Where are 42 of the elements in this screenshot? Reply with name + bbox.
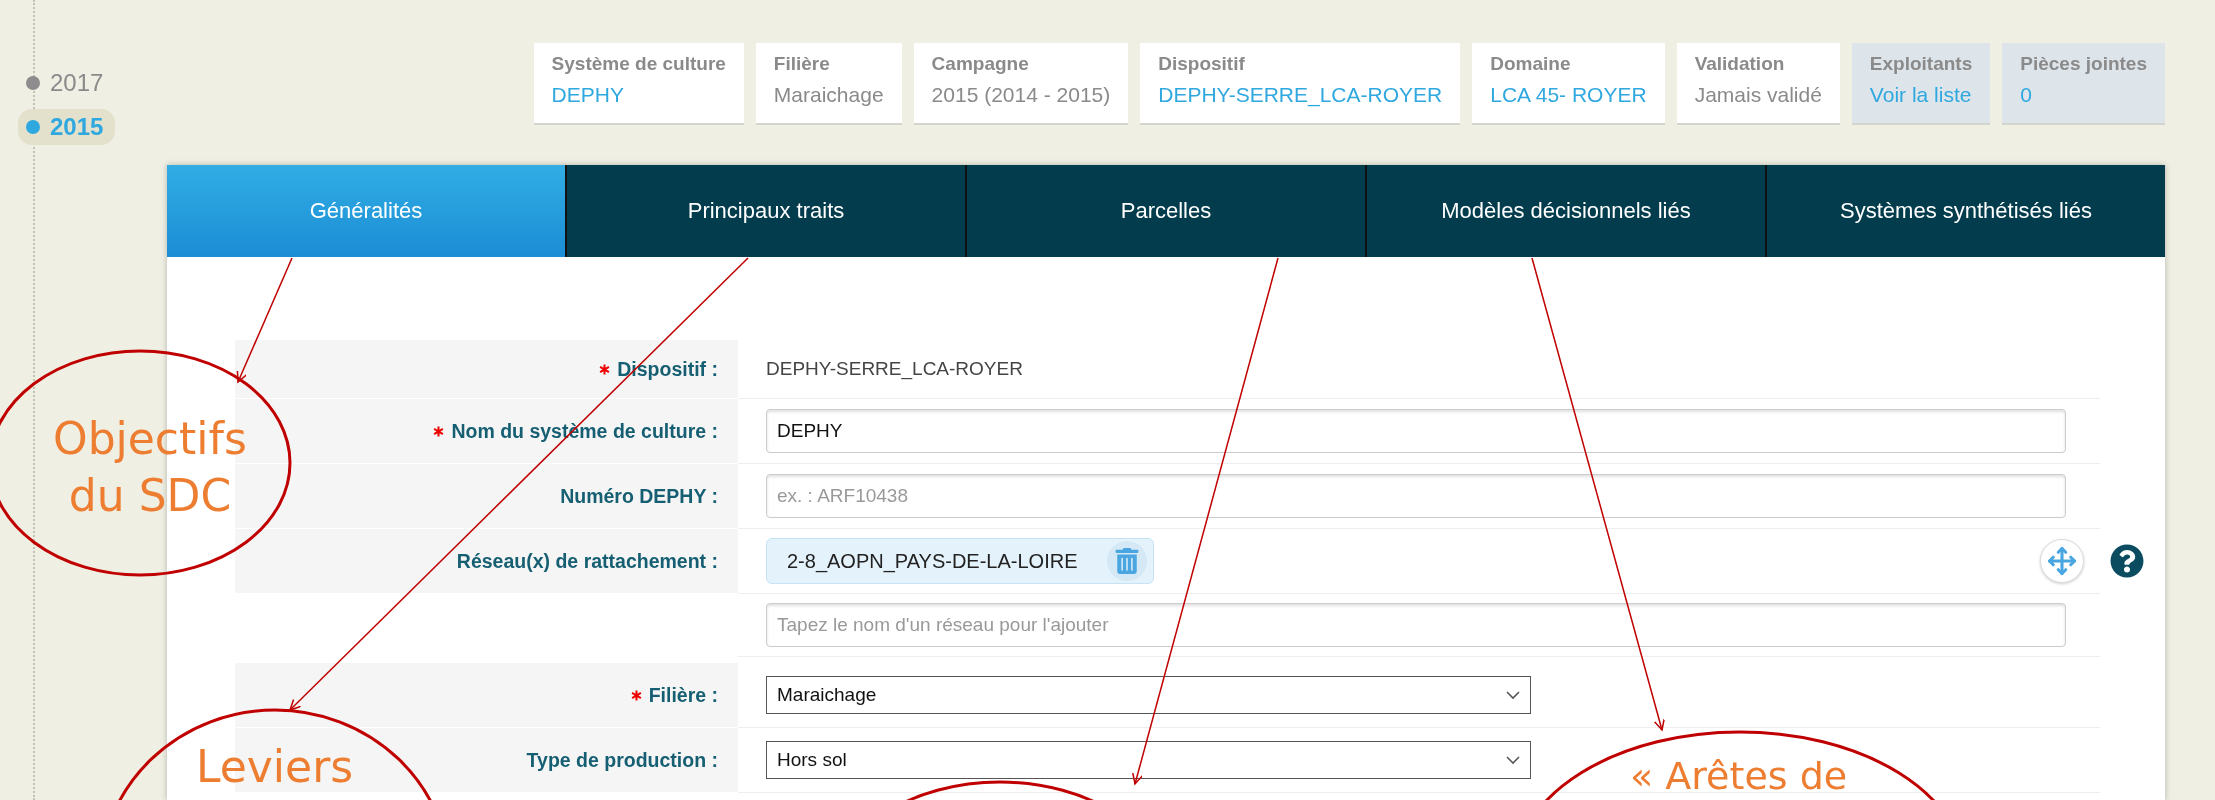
annotation-text: Leviers <box>196 740 354 794</box>
card-label: Domaine <box>1490 53 1572 75</box>
timeline-year[interactable]: 2015 <box>18 109 116 145</box>
card-label: Système de culture <box>551 53 726 75</box>
select-field[interactable]: Maraichage <box>766 676 1531 714</box>
select-field[interactable]: Hors sol <box>766 741 1531 779</box>
card-link[interactable]: Voir la liste <box>1869 83 1973 107</box>
input-field[interactable]: Tapez le nom d'un réseau pour l'ajouter <box>766 603 2066 647</box>
network-tag: 2-8_AOPN_PAYS-DE-LA-LOIRE <box>766 538 1155 584</box>
card-link[interactable]: DEPHY <box>551 83 726 107</box>
field-label: Réseau(x) de rattachement : <box>456 549 718 573</box>
chevron-down-icon <box>1506 755 1520 765</box>
field-label: Type de production : <box>526 748 718 772</box>
tab[interactable]: Parcelles <box>967 165 1367 257</box>
card-link[interactable]: LCA 45- ROYER <box>1490 83 1647 107</box>
card-link[interactable]: 0 <box>2020 83 2147 107</box>
trash-icon[interactable] <box>1107 541 1148 581</box>
annotation-text: « Arêtes de <box>1630 756 1848 798</box>
input-field[interactable]: DEPHY <box>766 409 2066 453</box>
chevron-down-icon <box>1506 690 1520 700</box>
card-label: Exploitants <box>1869 53 1973 75</box>
tab[interactable]: Modèles décisionnels liés <box>1367 165 1767 257</box>
tab[interactable]: Principaux traits <box>567 165 967 257</box>
move-icon[interactable] <box>2040 539 2084 583</box>
tab[interactable]: Généralités <box>167 165 567 257</box>
field-label: Filière : <box>648 683 718 707</box>
annotation-text: Objectifs du SDC <box>52 412 248 524</box>
input-field[interactable]: ex. : ARF10438 <box>766 474 2066 518</box>
card-label: Campagne <box>931 53 1030 75</box>
card-label: Dispositif <box>1158 53 1246 75</box>
card-value: Jamais validé <box>1694 83 1822 107</box>
help-icon[interactable] <box>2110 544 2144 578</box>
tab[interactable]: Systèmes synthétisés liés <box>1767 165 2165 257</box>
field-value: DEPHY-SERRE_LCA-ROYER <box>766 358 1023 380</box>
field-label: Numéro DEPHY : <box>560 484 718 508</box>
card-value: Maraichage <box>773 83 884 107</box>
card-value: 2015 (2014 - 2015) <box>931 83 1111 107</box>
card-label: Filière <box>773 53 831 75</box>
card-label: Validation <box>1694 53 1786 75</box>
timeline-year[interactable]: 2017 <box>18 65 116 101</box>
card-label: Pièces jointes <box>2020 53 2147 75</box>
card-link[interactable]: DEPHY-SERRE_LCA-ROYER <box>1158 83 1443 107</box>
